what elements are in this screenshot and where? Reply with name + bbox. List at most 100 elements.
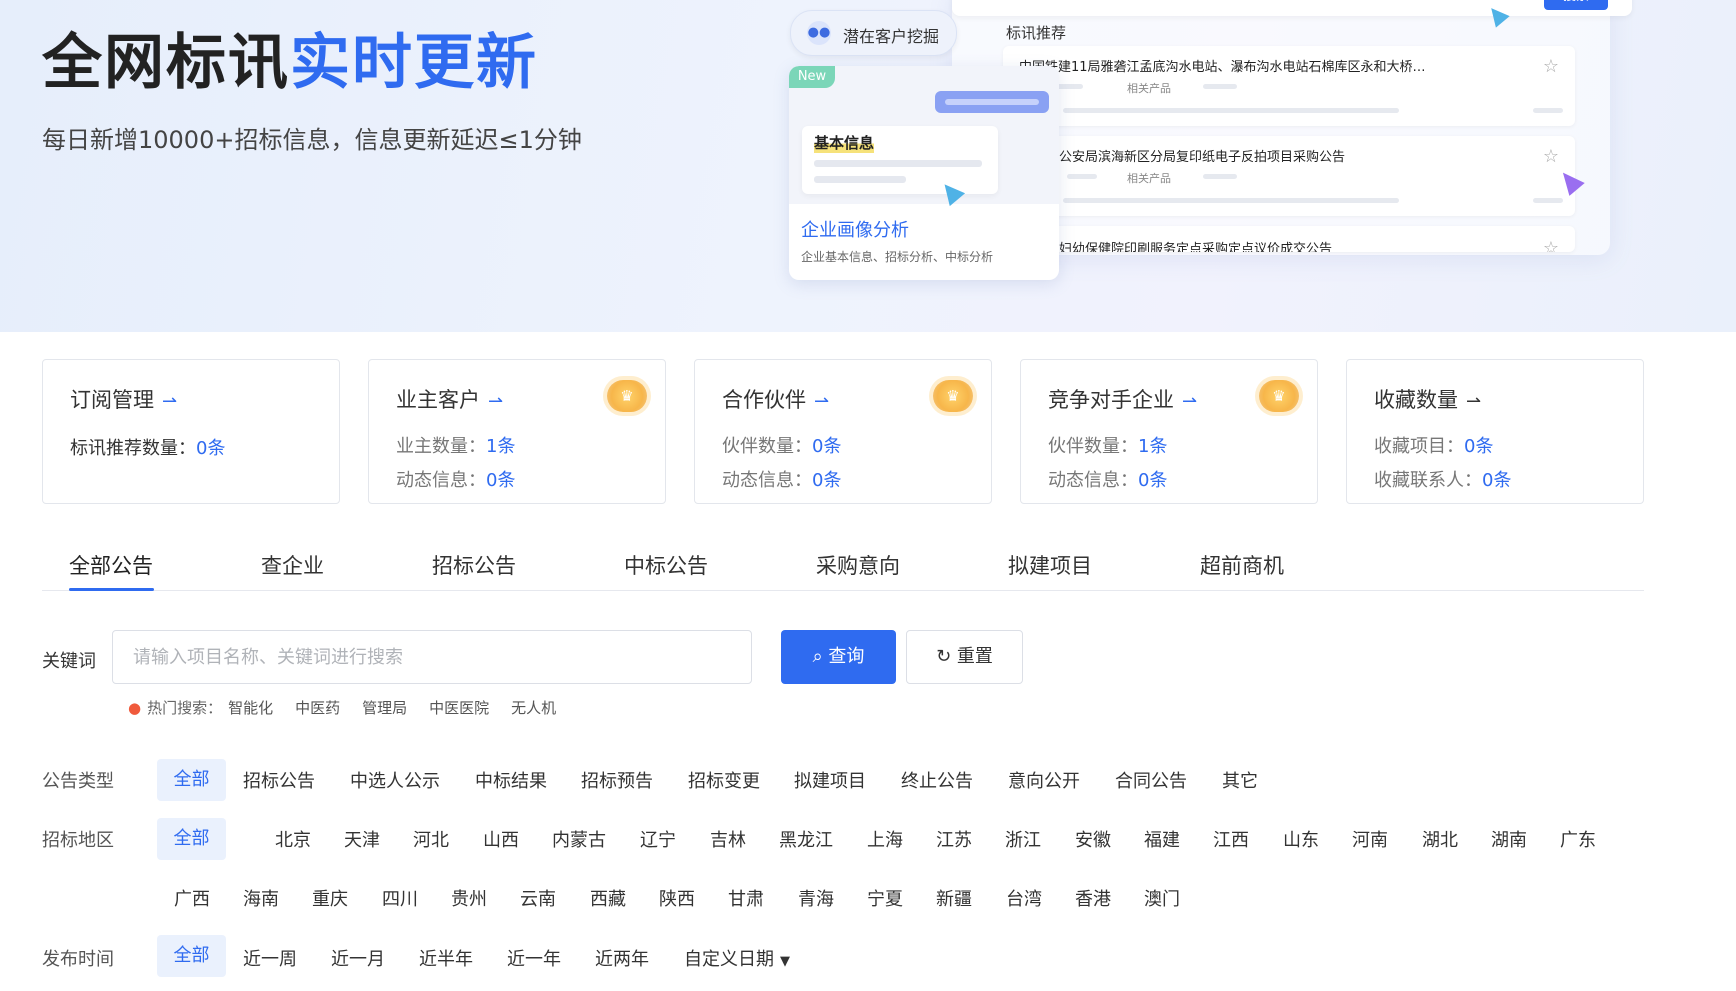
filter-label-time: 发布时间: [42, 949, 114, 970]
hot-search-item[interactable]: 中医医院: [429, 699, 489, 717]
recommend-item-title: 公安局滨海新区分局复印纸电子反拍项目采购公告: [1059, 150, 1346, 165]
crown-icon: ♛: [933, 380, 973, 412]
preview-search-bar: 搜索: [952, 0, 1632, 16]
basic-info-card: 基本信息: [802, 126, 998, 194]
hot-search-item[interactable]: 无人机: [511, 699, 556, 717]
filter-region-option[interactable]: 广东: [1560, 826, 1596, 852]
decorative-bar: [935, 91, 1049, 113]
filter-region-option[interactable]: 天津: [344, 826, 380, 852]
tab-all-announcements[interactable]: 全部公告: [69, 550, 153, 580]
tab-company-search[interactable]: 查企业: [261, 550, 324, 580]
filter-type-option[interactable]: 合同公告: [1115, 767, 1187, 793]
filter-region-option[interactable]: 陕西: [659, 885, 695, 911]
hot-search-row: ● 热门搜索： 智能化 中医药 管理局 中医医院 无人机: [128, 697, 556, 718]
filter-region-option[interactable]: 重庆: [312, 885, 348, 911]
stat-card-partners[interactable]: 合作伙伴 ⇀ ♛ 伙伴数量：0条 动态信息：0条: [694, 359, 992, 504]
filter-region-option[interactable]: 香港: [1075, 885, 1111, 911]
recommend-item-title: 中国铁建11局雅砻江孟底沟水电站、瀑布沟水电站石棉库区永和大桥…: [1019, 60, 1426, 75]
filter-region-option[interactable]: 西藏: [590, 885, 626, 911]
filter-region-option[interactable]: 山西: [483, 826, 519, 852]
filter-type-option[interactable]: 拟建项目: [794, 767, 866, 793]
filter-region-option[interactable]: 福建: [1144, 826, 1180, 852]
keyword-input[interactable]: [112, 630, 752, 684]
filter-region-option[interactable]: 云南: [520, 885, 556, 911]
filter-region-option[interactable]: 湖北: [1422, 826, 1458, 852]
filter-time-option[interactable]: 全部: [157, 935, 226, 977]
filter-region-option[interactable]: 北京: [275, 826, 311, 852]
stat-card-subscription[interactable]: 订阅管理 ⇀ 标讯推荐数量：0条: [42, 359, 340, 504]
stat-line: 标讯推荐数量：0条: [70, 438, 226, 459]
filter-region-option[interactable]: 上海: [867, 826, 903, 852]
filter-region-option[interactable]: 吉林: [710, 826, 746, 852]
related-label: 相关产品: [1127, 172, 1171, 185]
filter-region-option[interactable]: 贵州: [451, 885, 487, 911]
recommend-item: 中国铁建11局雅砻江孟底沟水电站、瀑布沟水电站石棉库区永和大桥… ☆ 相关产品: [1003, 46, 1575, 126]
filter-region-option[interactable]: 四川: [382, 885, 418, 911]
keyword-label: 关键词: [42, 651, 96, 672]
filter-time-option[interactable]: 近两年: [595, 945, 649, 971]
filter-region-option[interactable]: 辽宁: [640, 826, 676, 852]
search-button-label: 查询: [828, 646, 865, 667]
star-icon: ☆: [1542, 146, 1559, 167]
filter-region-option[interactable]: 台湾: [1006, 885, 1042, 911]
filter-type-option[interactable]: 意向公开: [1008, 767, 1080, 793]
filter-region-option[interactable]: 全部: [157, 818, 226, 860]
filter-type-option[interactable]: 终止公告: [901, 767, 973, 793]
filter-time-option[interactable]: 近一周: [243, 945, 297, 971]
star-icon: ☆: [1542, 56, 1559, 77]
filter-region-option[interactable]: 山东: [1283, 826, 1319, 852]
stat-card-owner-clients[interactable]: 业主客户 ⇀ ♛ 业主数量：1条 动态信息：0条: [368, 359, 666, 504]
filter-time-option[interactable]: 近一月: [331, 945, 385, 971]
stat-title: 竞争对手企业: [1048, 388, 1174, 412]
filter-region-option[interactable]: 黑龙江: [779, 826, 833, 852]
tab-tender-announcements[interactable]: 招标公告: [432, 550, 516, 580]
search-button[interactable]: ⌕ 查询: [781, 630, 896, 684]
filter-custom-date[interactable]: 自定义日期 ▼: [684, 945, 790, 971]
reset-button[interactable]: ↻ 重置: [906, 630, 1023, 684]
filter-time-option[interactable]: 近半年: [419, 945, 473, 971]
hot-search-item[interactable]: 中医药: [295, 699, 340, 717]
tab-award-announcements[interactable]: 中标公告: [624, 550, 708, 580]
filter-region-option[interactable]: 新疆: [936, 885, 972, 911]
hot-search-item[interactable]: 管理局: [362, 699, 407, 717]
filter-type-option[interactable]: 全部: [157, 759, 226, 801]
filter-type-option[interactable]: 其它: [1222, 767, 1258, 793]
hot-search-item[interactable]: 智能化: [228, 699, 273, 717]
filter-region-option[interactable]: 江西: [1213, 826, 1249, 852]
arrow-right-icon: ⇀: [1466, 391, 1482, 412]
filter-region-option[interactable]: 河南: [1352, 826, 1388, 852]
filter-region-option[interactable]: 海南: [243, 885, 279, 911]
filter-type-option[interactable]: 中标结果: [475, 767, 547, 793]
hero-subtitle: 每日新增10000+招标信息，信息更新延迟≤1分钟: [42, 126, 582, 154]
crown-icon: ♛: [607, 380, 647, 412]
filter-region-option[interactable]: 宁夏: [867, 885, 903, 911]
filter-region-option[interactable]: 河北: [413, 826, 449, 852]
stat-line: 动态信息：0条: [396, 470, 516, 491]
filter-region-option[interactable]: 澳门: [1144, 885, 1180, 911]
reset-button-label: 重置: [956, 646, 993, 667]
tab-procurement-intent[interactable]: 采购意向: [816, 550, 900, 580]
filter-type-option[interactable]: 中选人公示: [350, 767, 440, 793]
filter-time-option[interactable]: 近一年: [507, 945, 561, 971]
filter-region-option[interactable]: 内蒙古: [552, 826, 606, 852]
filter-type-option[interactable]: 招标变更: [688, 767, 760, 793]
filter-type-option[interactable]: 招标预告: [581, 767, 653, 793]
tab-proposed-projects[interactable]: 拟建项目: [1008, 550, 1092, 580]
filter-region-option[interactable]: 湖南: [1491, 826, 1527, 852]
stat-card-competitors[interactable]: 竞争对手企业 ⇀ ♛ 伙伴数量：1条 动态信息：0条: [1020, 359, 1318, 504]
filter-region-option[interactable]: 广西: [174, 885, 210, 911]
filter-region-option[interactable]: 江苏: [936, 826, 972, 852]
hero-title-blue: 实时更新: [290, 28, 538, 98]
arrow-right-icon: ⇀: [1182, 391, 1198, 412]
users-icon: ●●: [807, 21, 831, 45]
tab-early-opportunities[interactable]: 超前商机: [1200, 550, 1284, 580]
filter-region-option[interactable]: 浙江: [1005, 826, 1041, 852]
potential-customer-pill: ●● 潜在客户挖掘: [790, 10, 957, 56]
enterprise-card-title: 企业画像分析: [801, 220, 909, 241]
filter-region-option[interactable]: 安徽: [1075, 826, 1111, 852]
filter-type-option[interactable]: 招标公告: [243, 767, 315, 793]
stat-card-favorites[interactable]: 收藏数量 ⇀ 收藏项目：0条 收藏联系人：0条: [1346, 359, 1644, 504]
filter-region-option[interactable]: 甘肃: [728, 885, 764, 911]
star-icon: ☆: [1542, 238, 1559, 252]
filter-region-option[interactable]: 青海: [798, 885, 834, 911]
